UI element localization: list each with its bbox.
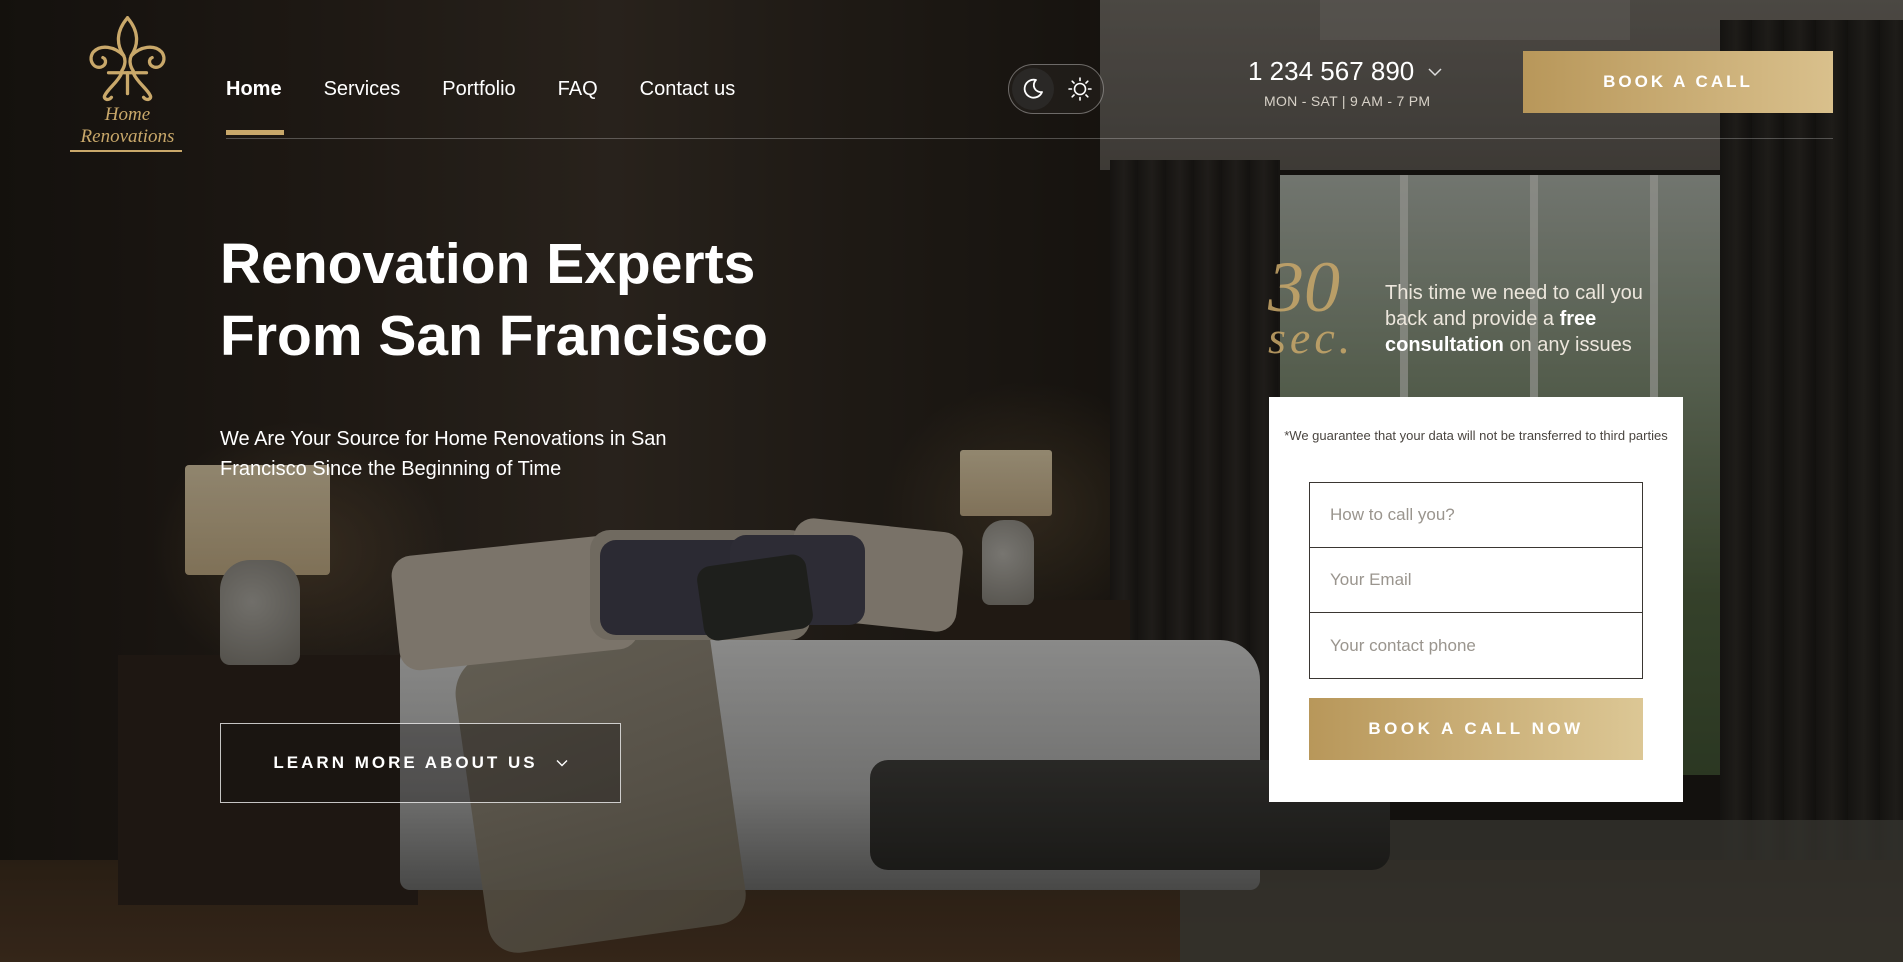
email-field[interactable] bbox=[1310, 548, 1642, 613]
nav-item-services[interactable]: Services bbox=[324, 78, 443, 101]
promo-text: This time we need to call you back and p… bbox=[1385, 280, 1685, 358]
nav-item-contact-us[interactable]: Contact us bbox=[640, 78, 778, 101]
nav-item-home[interactable]: Home bbox=[226, 78, 324, 135]
phone-contact[interactable]: 1 234 567 890 MON - SAT | 9 AM - 7 PM bbox=[1248, 56, 1448, 109]
promo-text-before: This time we need to call you back and p… bbox=[1385, 282, 1643, 330]
form-fields bbox=[1309, 482, 1643, 679]
learn-more-button[interactable]: LEARN MORE ABOUT US bbox=[220, 723, 621, 803]
main-nav: Home Services Portfolio FAQ Contact us bbox=[226, 78, 778, 135]
email-input[interactable] bbox=[1330, 570, 1642, 590]
hero-title: Renovation Experts From San Francisco bbox=[220, 228, 920, 372]
phone-input[interactable] bbox=[1330, 635, 1642, 656]
learn-more-label: LEARN MORE ABOUT US bbox=[273, 753, 538, 772]
moon-icon bbox=[1023, 78, 1043, 99]
header-divider bbox=[226, 138, 1833, 139]
phone-number[interactable]: 1 234 567 890 bbox=[1248, 56, 1414, 87]
name-field[interactable] bbox=[1310, 483, 1642, 548]
nav-item-portfolio[interactable]: Portfolio bbox=[442, 78, 557, 101]
brand-logo[interactable]: Home Renovations bbox=[70, 14, 185, 152]
fleur-de-lis-icon bbox=[89, 16, 166, 102]
hero-title-line2: From San Francisco bbox=[220, 304, 768, 368]
logo-text-line1: Home bbox=[104, 104, 151, 125]
phone-field[interactable] bbox=[1310, 613, 1642, 678]
promo-number: 30 bbox=[1268, 247, 1340, 327]
promo-text-after: on any issues bbox=[1503, 334, 1632, 356]
light-mode-button[interactable] bbox=[1059, 68, 1101, 110]
business-hours: MON - SAT | 9 AM - 7 PM bbox=[1264, 93, 1431, 109]
hero-subtitle: We Are Your Source for Home Renovations … bbox=[220, 428, 667, 480]
logo-underline bbox=[70, 150, 182, 152]
chevron-down-icon[interactable] bbox=[1428, 67, 1442, 77]
sun-icon bbox=[1068, 77, 1092, 101]
name-input[interactable] bbox=[1330, 505, 1642, 525]
nav-item-faq[interactable]: FAQ bbox=[558, 78, 640, 101]
book-a-call-now-button[interactable]: BOOK A CALL NOW bbox=[1309, 698, 1643, 760]
hero-title-line1: Renovation Experts bbox=[220, 232, 756, 296]
logo-text-line2: Renovations bbox=[80, 126, 175, 147]
promo-unit: sec. bbox=[1268, 312, 1355, 363]
dark-mode-button[interactable] bbox=[1012, 68, 1054, 110]
book-a-call-button[interactable]: BOOK A CALL bbox=[1523, 51, 1833, 113]
chevron-down-icon bbox=[556, 760, 568, 767]
theme-toggle[interactable] bbox=[1008, 64, 1104, 114]
privacy-note: *We guarantee that your data will not be… bbox=[1284, 428, 1668, 443]
callback-form: *We guarantee that your data will not be… bbox=[1269, 397, 1683, 802]
